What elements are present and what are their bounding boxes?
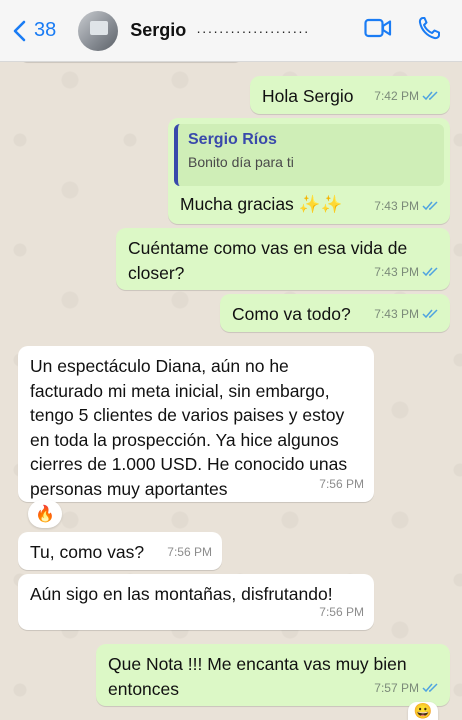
message-meta: 7:57 PM [374, 676, 440, 701]
message-text: Hola Sergio [262, 86, 354, 106]
message-time: 7:56 PM [167, 544, 212, 559]
read-ticks-icon [422, 683, 438, 693]
video-camera-icon [364, 18, 392, 38]
message-outgoing[interactable]: Hola Sergio 7:42 PM [250, 76, 450, 114]
message-text: Tu, como vas? [30, 542, 145, 562]
header-actions [364, 16, 440, 40]
message-outgoing[interactable]: Como va todo? 7:43 PM [220, 294, 450, 332]
unread-count: 38 [34, 19, 57, 41]
message-meta: 7:43 PM [374, 194, 440, 219]
message-time: 7:43 PM [374, 306, 419, 321]
quoted-text: Bonito día para ti [188, 154, 294, 170]
message-text: Un espectáculo Diana, aún no he facturad… [30, 356, 348, 499]
fire-reaction-badge[interactable]: 🔥 [28, 500, 62, 528]
voice-call-button[interactable] [418, 16, 440, 40]
message-meta: 7:42 PM [374, 84, 440, 109]
grinning-face-icon: 😀 [413, 703, 433, 720]
message-meta: 7:43 PM [374, 260, 440, 285]
read-ticks-icon [422, 201, 438, 211]
message-text: Como va todo? [232, 304, 351, 324]
message-outgoing[interactable]: Que Nota !!! Me encanta vas muy bien ent… [96, 644, 450, 706]
back-button[interactable]: 38 [12, 19, 56, 42]
read-ticks-icon [422, 91, 438, 101]
read-ticks-icon [422, 267, 438, 277]
message-outgoing-reply[interactable]: Sergio Ríos Bonito día para ti Mucha gra… [168, 118, 450, 224]
message-incoming[interactable]: Un espectáculo Diana, aún no he facturad… [18, 346, 374, 502]
message-meta: 7:43 PM [374, 302, 440, 327]
quoted-author: Sergio Ríos [188, 131, 277, 148]
message-text: Mucha gracias ✨✨ [180, 194, 343, 214]
contact-name[interactable]: Sergio [130, 20, 186, 41]
chevron-left-icon [13, 20, 26, 41]
quoted-message[interactable]: Sergio Ríos Bonito día para ti [174, 124, 444, 186]
contact-surname-obscured: ···················· [196, 22, 310, 39]
message-time: 7:43 PM [374, 264, 419, 279]
message-time: 7:42 PM [374, 88, 419, 103]
message-time: 7:43 PM [374, 198, 419, 213]
message-meta: 7:56 PM [319, 600, 364, 625]
chat-header: 38 Sergio ···················· [0, 0, 462, 62]
message-time: 7:56 PM [319, 604, 364, 619]
message-text: Cuéntame como vas en esa vida de closer? [128, 238, 408, 283]
smile-reaction-badge[interactable]: 😀 [408, 702, 438, 720]
message-text: Aún sigo en las montañas, disfrutando! [30, 584, 333, 604]
message-time: 7:57 PM [374, 680, 419, 695]
message-outgoing[interactable]: Cuéntame como vas en esa vida de closer?… [116, 228, 450, 290]
video-call-button[interactable] [364, 17, 392, 39]
message-text: Que Nota !!! Me encanta vas muy bien ent… [108, 654, 407, 699]
message-time: 7:56 PM [319, 476, 364, 491]
read-ticks-icon [422, 309, 438, 319]
message-incoming[interactable]: Tu, como vas? 7:56 PM [18, 532, 222, 570]
message-meta: 7:56 PM [167, 540, 212, 565]
phone-icon [418, 17, 440, 40]
message-incoming[interactable]: Aún sigo en las montañas, disfrutando! 7… [18, 574, 374, 630]
message-meta: 7:56 PM [319, 472, 364, 497]
fire-icon: 🔥 [35, 506, 55, 523]
avatar[interactable] [78, 10, 119, 51]
